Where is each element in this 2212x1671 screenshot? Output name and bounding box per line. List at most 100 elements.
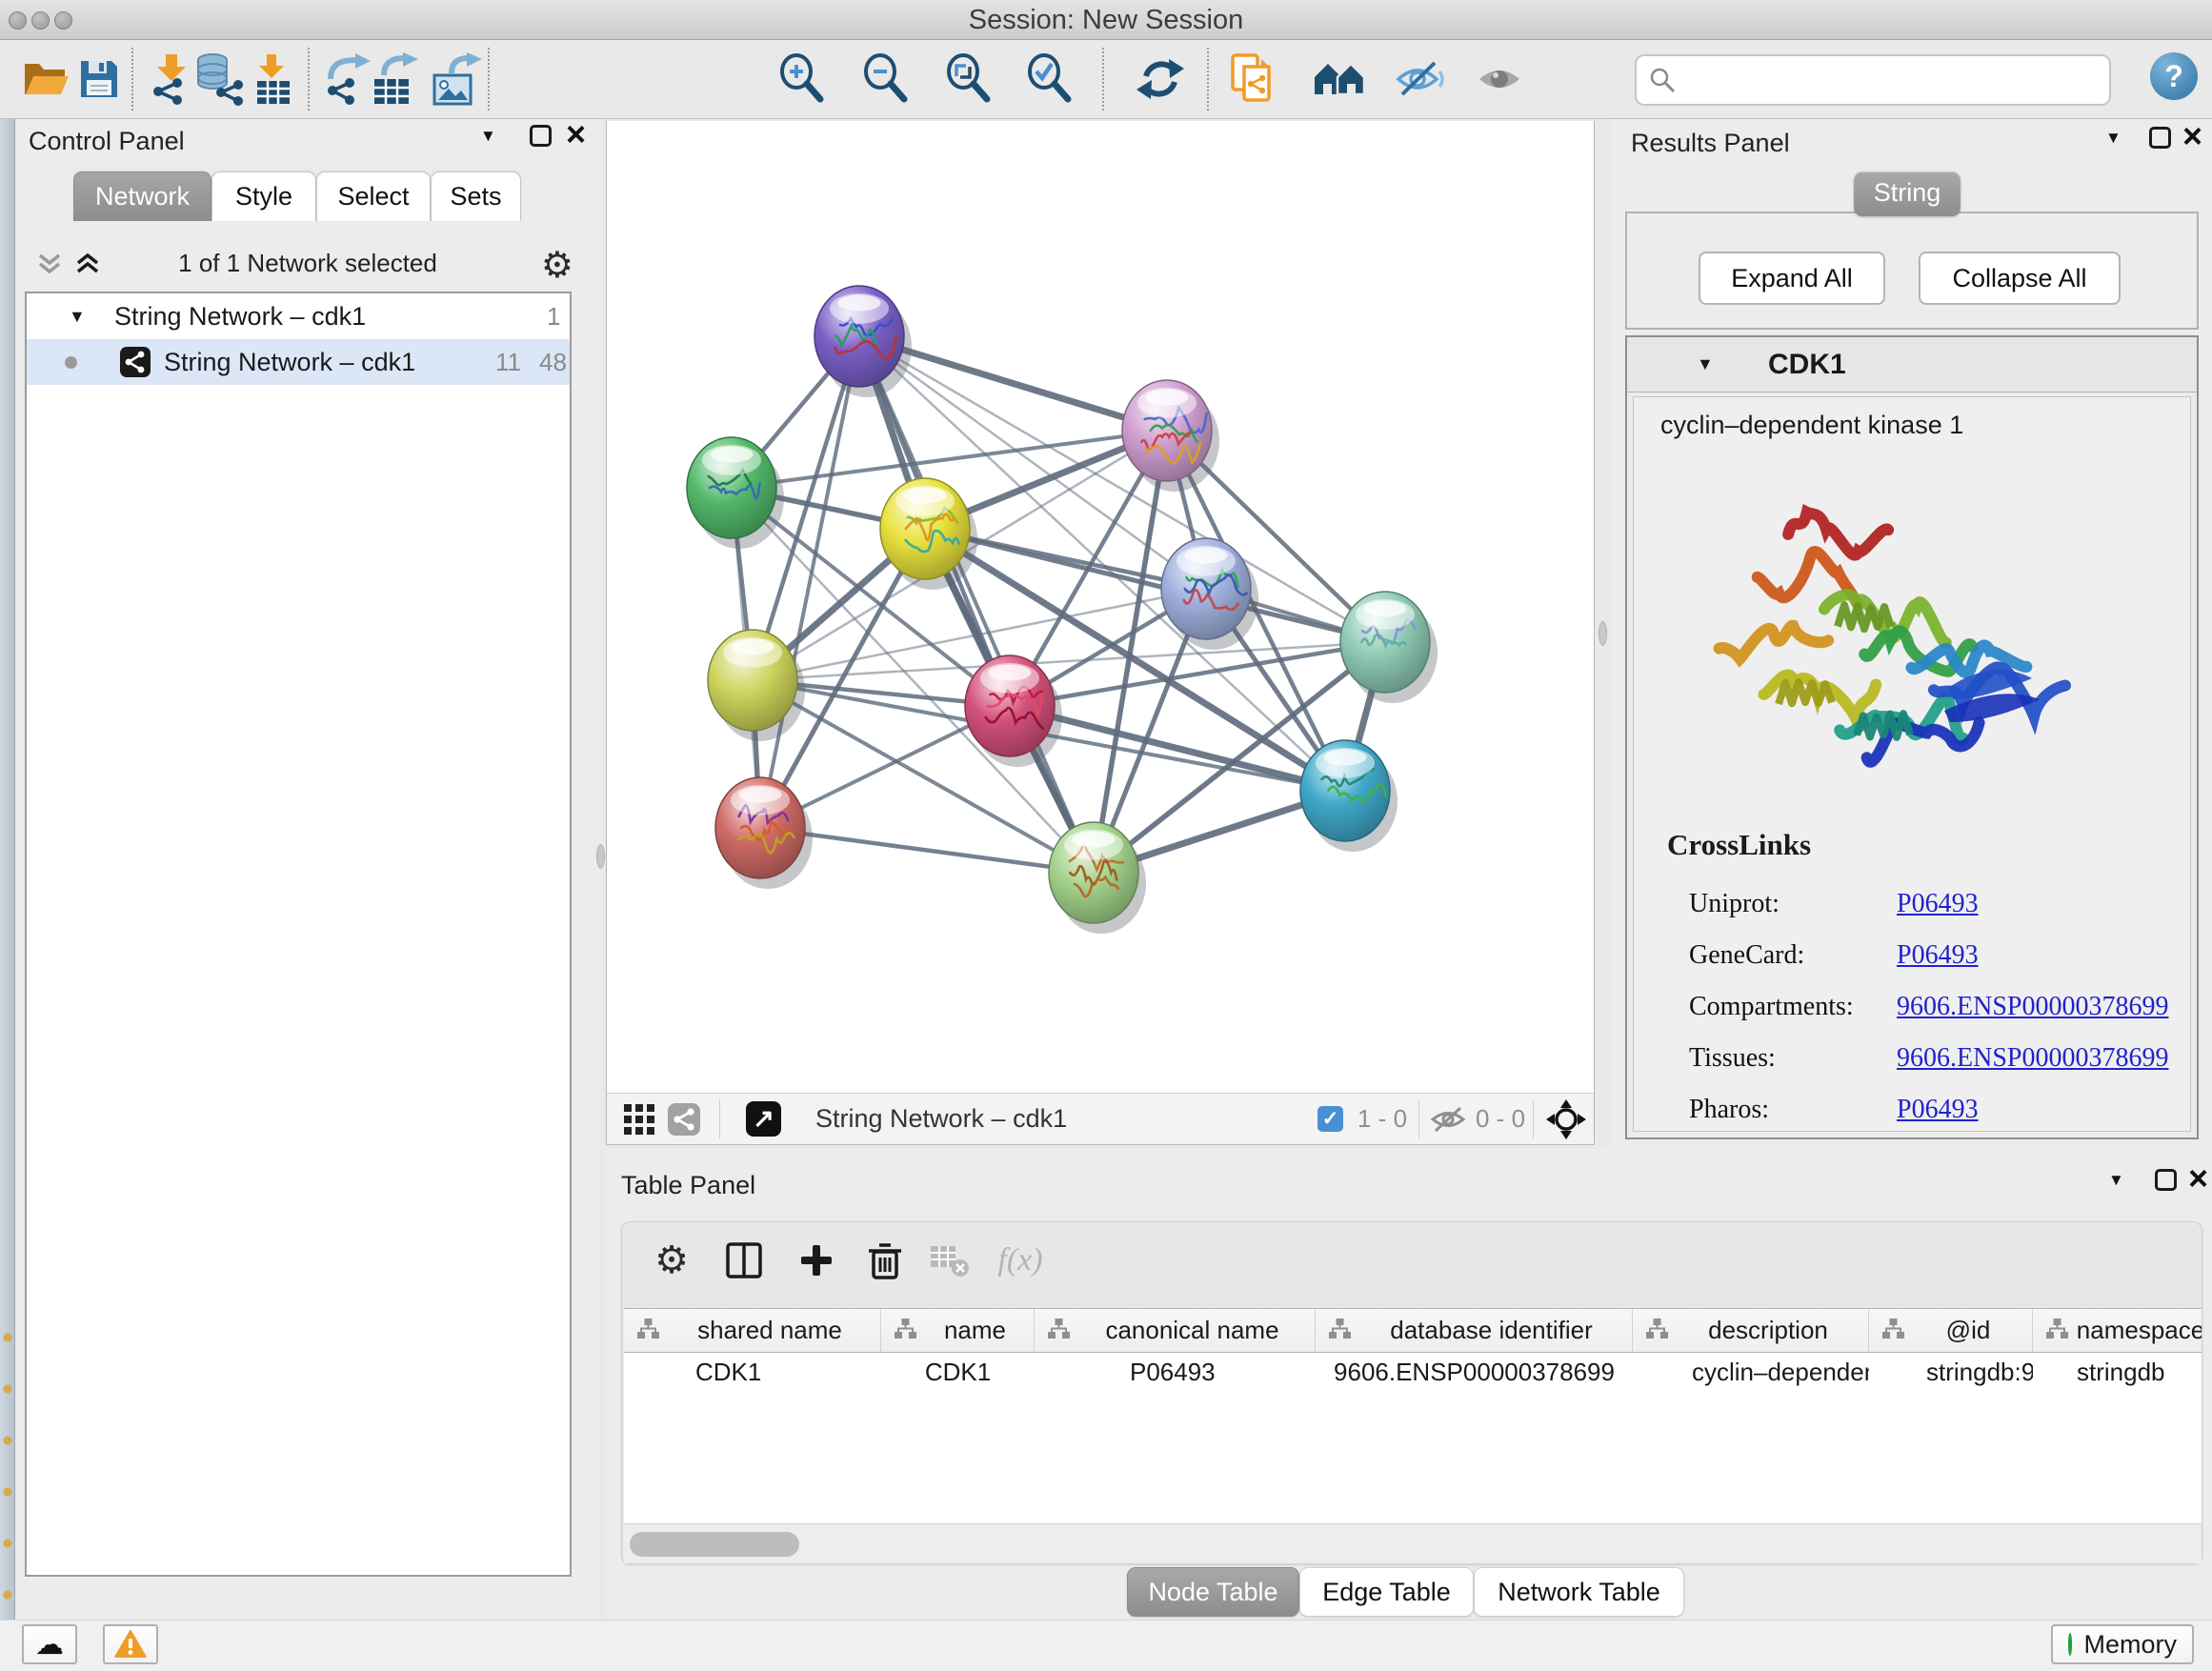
crosslink-link[interactable]: P06493 [1897,940,1979,971]
import-table-button[interactable] [245,51,300,107]
column-header[interactable]: @id [1869,1309,2033,1352]
crosslink-link[interactable]: 9606.ENSP00000378699 [1897,992,2168,1022]
right-splitter-handle[interactable] [1599,621,1607,646]
network-node[interactable] [1122,380,1219,492]
maximize-window-icon[interactable] [54,11,72,30]
table-cell[interactable]: CDK1 [881,1353,1035,1391]
help-button[interactable]: ? [2150,52,2198,100]
import-network-button[interactable] [143,51,198,107]
zoom-fit-button[interactable] [940,51,995,107]
table-cell[interactable]: stringdb [2033,1353,2202,1391]
expand-all-button[interactable]: Expand All [1699,252,1885,305]
column-header[interactable]: namespace [2033,1309,2202,1352]
import-network-from-database-button[interactable] [192,51,248,107]
network-canvas[interactable] [606,121,1595,1093]
refresh-view-button[interactable] [1133,51,1188,107]
panel-menu-caret-icon[interactable]: ▼ [2108,1171,2124,1190]
birdseye-toggle-button[interactable] [624,1094,654,1144]
table-row[interactable]: CDK1CDK1P064939606.ENSP00000378699cyclin… [624,1353,2202,1391]
create-column-button[interactable] [792,1238,841,1283]
network-options-gear-icon[interactable]: ⚙ [541,244,573,287]
network-node[interactable] [880,478,977,590]
left-splitter-handle[interactable] [596,844,605,869]
column-header[interactable]: shared name [624,1309,881,1352]
hidden-indicator[interactable] [1430,1094,1466,1144]
delete-column-button[interactable] [860,1238,910,1283]
panel-menu-caret-icon[interactable]: ▼ [480,127,496,146]
zoom-in-button[interactable] [774,51,829,107]
tab-select[interactable]: Select [316,171,431,221]
tab-sets[interactable]: Sets [431,171,521,221]
selected-indicator[interactable]: ✓ [1317,1094,1343,1144]
network-node[interactable] [1340,592,1438,703]
crosslink-link[interactable]: 9606.ENSP00000378699 [1897,1043,2168,1074]
column-header[interactable]: database identifier [1316,1309,1633,1352]
gene-header-row[interactable]: ▼ CDK1 [1627,337,2197,393]
hide-selected-button[interactable] [1393,51,1448,107]
save-session-button[interactable] [71,51,127,107]
open-session-button[interactable] [18,51,73,107]
search-box[interactable] [1635,54,2111,106]
search-input[interactable] [1677,66,2086,95]
zoom-out-button[interactable] [857,51,913,107]
clone-network-button[interactable] [1225,51,1280,107]
zoom-selected-button[interactable] [1021,51,1076,107]
column-header[interactable]: description [1633,1309,1869,1352]
network-overview-button[interactable] [668,1094,700,1144]
network-tree-child-row[interactable]: String Network – cdk1 11 48 [27,339,570,385]
window-titlebar[interactable]: Session: New Session [0,0,2212,40]
network-edge[interactable] [925,529,1385,642]
table-cell[interactable]: cyclin–dependent ... [1633,1353,1869,1391]
fit-selected-button[interactable] [1546,1094,1586,1144]
minimize-window-icon[interactable] [31,11,50,30]
network-edge[interactable] [859,336,1094,873]
tree-expand-caret-icon[interactable]: ▼ [69,307,86,327]
delete-table-button[interactable] [925,1238,975,1283]
tab-style[interactable]: Style [211,171,316,221]
show-columns-button[interactable] [719,1238,769,1283]
network-node[interactable] [1049,822,1146,934]
column-header[interactable]: canonical name [1035,1309,1316,1352]
show-all-networks-button[interactable] [1313,51,1368,107]
table-cell[interactable]: P06493 [1035,1353,1316,1391]
panel-close-icon[interactable]: × [2188,1167,2208,1190]
warnings-button[interactable] [103,1624,158,1664]
panel-float-icon[interactable] [530,125,552,147]
crosslink-link[interactable]: P06493 [1897,889,1979,919]
network-node[interactable] [715,777,813,889]
network-node[interactable] [1300,740,1398,852]
open-in-window-button[interactable]: ↗ [746,1094,781,1144]
panel-menu-caret-icon[interactable]: ▼ [2105,129,2122,148]
cloud-status-button[interactable]: ☁ [22,1624,77,1664]
network-node[interactable] [687,437,784,549]
tab-node-table[interactable]: Node Table [1127,1567,1299,1617]
tab-string[interactable]: String [1854,171,1961,216]
tab-edge-table[interactable]: Edge Table [1299,1567,1474,1617]
function-builder-button[interactable]: f(x) [995,1238,1045,1283]
column-header[interactable]: name [881,1309,1035,1352]
tab-network[interactable]: Network [73,171,211,221]
scrollbar-thumb[interactable] [630,1532,799,1557]
show-hidden-button[interactable] [1473,51,1528,107]
network-graph[interactable] [607,121,1596,1093]
table-cell[interactable]: 9606.ENSP00000378699 [1316,1353,1633,1391]
memory-button[interactable]: Memory [2051,1624,2194,1664]
network-node[interactable] [814,286,912,397]
network-edge[interactable] [760,336,859,828]
horizontal-scrollbar[interactable] [624,1523,2202,1563]
panel-float-icon[interactable] [2155,1169,2177,1191]
panel-close-icon[interactable]: × [566,123,586,146]
export-table-button[interactable] [367,51,422,107]
gene-collapse-caret-icon[interactable]: ▼ [1697,354,1714,374]
table-options-gear-icon[interactable]: ⚙ [647,1238,696,1283]
network-tree-parent-row[interactable]: ▼ String Network – cdk1 1 [27,293,570,339]
table-cell[interactable]: CDK1 [624,1353,881,1391]
table-cell[interactable]: stringdb:9... [1869,1353,2033,1391]
export-image-button[interactable] [429,51,484,107]
crosslink-link[interactable]: P06493 [1897,1095,1979,1125]
tab-network-table[interactable]: Network Table [1474,1567,1684,1617]
panel-float-icon[interactable] [2149,127,2171,149]
close-window-icon[interactable] [9,11,27,30]
collapse-all-button[interactable]: Collapse All [1919,252,2121,305]
panel-close-icon[interactable]: × [2182,125,2202,148]
